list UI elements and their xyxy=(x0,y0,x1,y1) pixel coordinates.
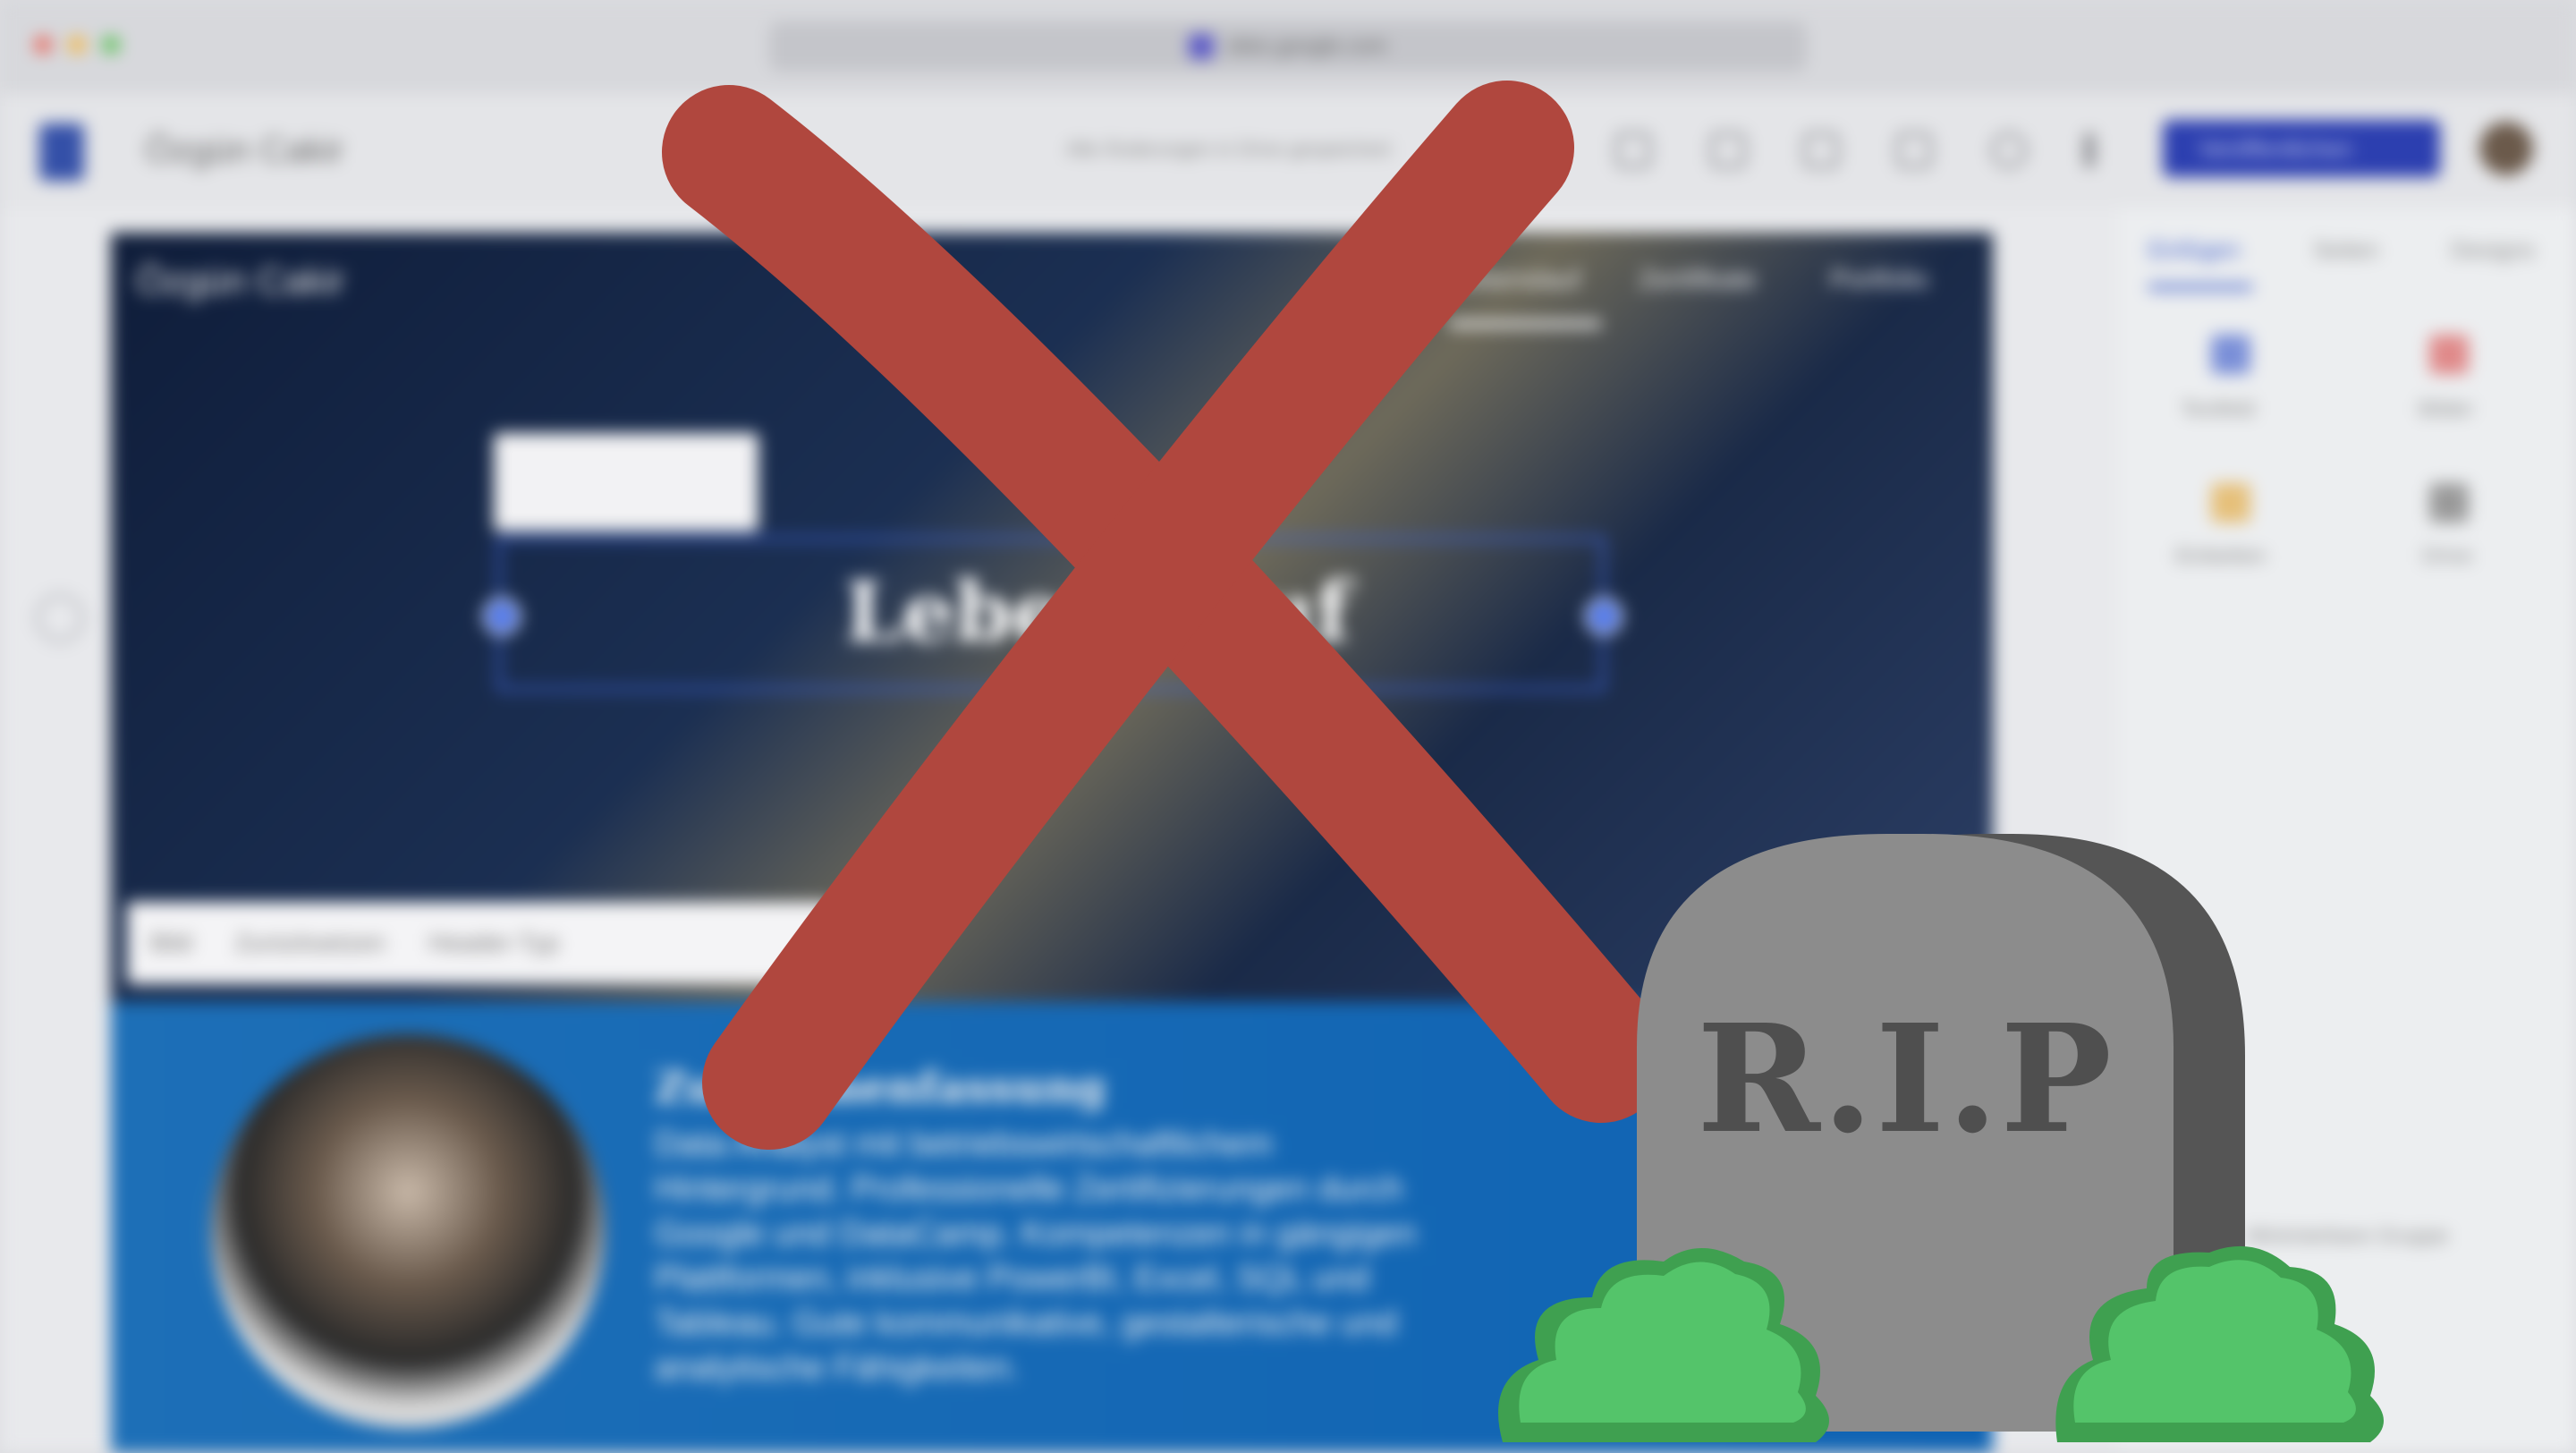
rip-text: R.I.P xyxy=(1697,992,2114,1167)
rip-overlay-graphic: R.I.P xyxy=(662,81,2384,1442)
red-cross-icon xyxy=(662,81,1668,1150)
